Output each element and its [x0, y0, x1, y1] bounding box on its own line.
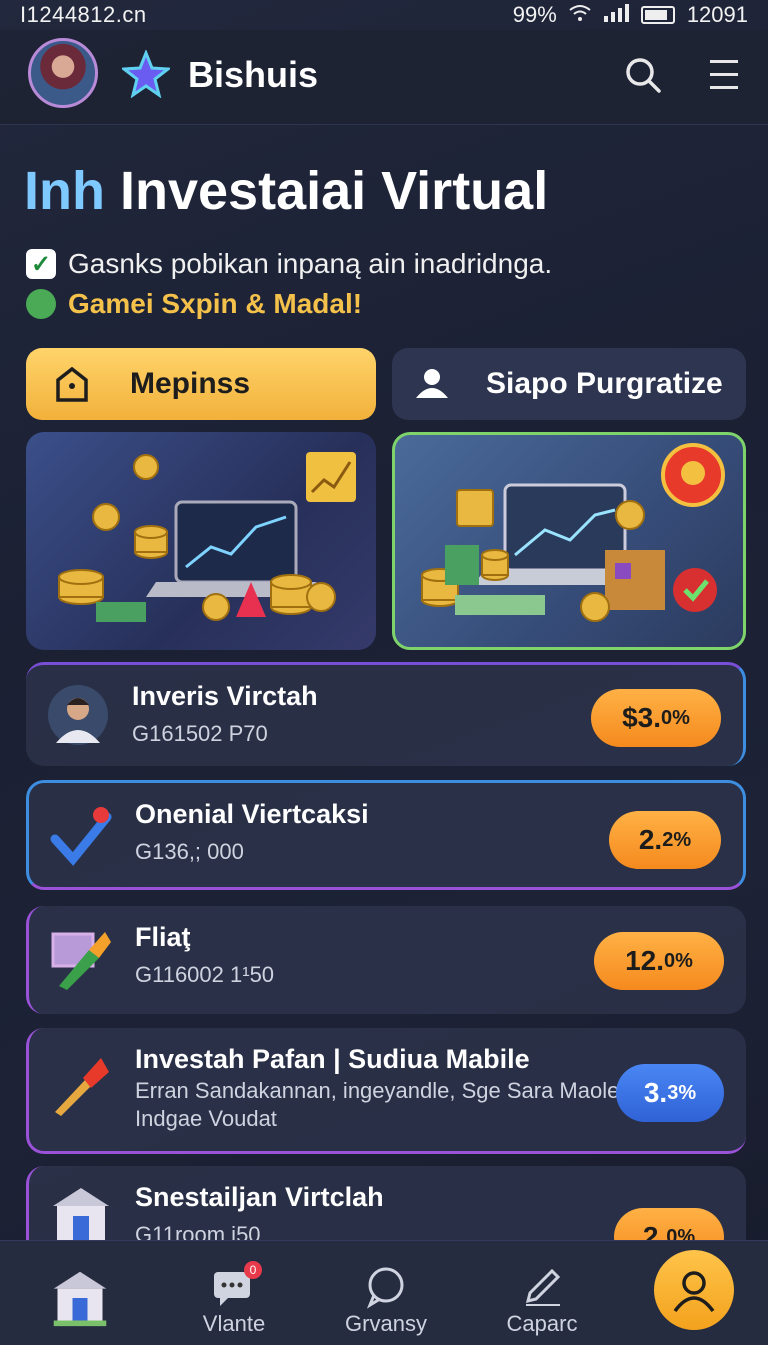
status-time: 12091: [686, 2, 748, 27]
list-item-subtitle-2: Indgae Voudat: [135, 1106, 277, 1131]
torch-icon: [49, 1054, 113, 1118]
percent-badge: $3. 0%: [591, 689, 721, 747]
percent-badge: 2. 2%: [609, 811, 721, 869]
app-header: Bishuis: [0, 30, 768, 125]
list-item[interactable]: Fliaţ G116002 1¹50 12. 0%: [26, 906, 746, 1014]
pen-icon: [482, 1263, 602, 1311]
status-carrier: I1244812.cn: [20, 2, 147, 27]
brush-icon: [49, 928, 113, 992]
page-title-prefix: Inh: [24, 161, 105, 221]
hero-line-1-text: Gasnks pobikan inpaną ain inadridnga.: [68, 248, 553, 279]
list-item[interactable]: Investah Pafan | Sudiua Mabile Erran San…: [26, 1028, 746, 1154]
list-item-subtitle: G136,; 000: [135, 839, 244, 864]
secondary-button[interactable]: Siapo Purgratize: [392, 348, 746, 420]
list-item-title: Fliaţ: [135, 922, 191, 952]
portrait-icon: [46, 683, 110, 747]
nav-item-3[interactable]: Caparc: [482, 1263, 602, 1337]
signal-icon: [603, 2, 629, 28]
menu-icon[interactable]: [708, 58, 740, 92]
check-icon: [49, 803, 113, 867]
page-title-main: Investaiai Virtual: [120, 161, 549, 221]
list-item[interactable]: Onenial Viertcaksi G136,; 000 2. 2%: [26, 780, 746, 890]
nav-label: Grvansy: [345, 1311, 427, 1336]
badge-suffix: 3%: [667, 1081, 697, 1104]
list-item[interactable]: Inveris Virctah G161502 P70 $3. 0%: [26, 662, 746, 766]
star-logo-icon: [119, 48, 173, 99]
list-item-subtitle: Erran Sandakannan, ingeyandle, Sge Sara …: [135, 1078, 627, 1103]
battery-percent: 99%: [512, 2, 557, 27]
notification-badge: 0: [244, 1261, 262, 1279]
bank-icon: [49, 1184, 113, 1248]
battery-icon: [640, 6, 675, 24]
banner-image-2[interactable]: [392, 432, 746, 650]
hero-line-1: ✓ Gasnks pobikan inpaną ain inadridnga.: [26, 248, 552, 280]
list-item-title: Inveris Virctah: [132, 681, 318, 711]
investment-illustration-2: [421, 443, 725, 622]
nav-item-2[interactable]: Grvansy: [326, 1263, 446, 1337]
message-icon: [326, 1263, 446, 1311]
wifi-icon: [569, 2, 591, 28]
banner-image-1[interactable]: [26, 432, 376, 650]
hero-line-2-text: Gamei Sxpin & Madal!: [68, 288, 363, 319]
hero-line-2: Gamei Sxpin & Madal!: [26, 288, 362, 320]
percent-badge: 12. 0%: [594, 932, 724, 990]
badge-value: 3.: [643, 1077, 668, 1108]
home-icon: [52, 364, 92, 404]
primary-button[interactable]: Mepinss: [26, 348, 376, 420]
badge-value: 12.: [625, 945, 665, 976]
page-title: Inh Investaiai Virtual: [24, 160, 548, 222]
avatar[interactable]: [28, 38, 98, 108]
primary-button-label: Mepinss: [130, 367, 251, 400]
app-brand: Bishuis: [188, 54, 319, 95]
bank-icon: [20, 1263, 140, 1333]
nav-item-1[interactable]: 0 Vlante: [174, 1261, 294, 1337]
nav-home[interactable]: [20, 1263, 140, 1333]
percent-badge: 3. 3%: [616, 1064, 724, 1122]
list-item-title: Snestailjan Virtclah: [135, 1182, 384, 1212]
list-item-subtitle: G116002 1¹50: [135, 962, 275, 987]
profile-button[interactable]: [654, 1250, 734, 1330]
list-item-title: Investah Pafan | Sudiua Mabile: [135, 1044, 530, 1074]
badge-suffix: 0%: [664, 949, 693, 972]
status-bar: I1244812.cn 99% 12091: [0, 0, 768, 30]
bottom-nav: 0 Vlante Grvansy Caparc: [0, 1240, 768, 1345]
list-item-title: Onenial Viertcaksi: [135, 799, 369, 829]
user-icon: [412, 364, 452, 404]
list-item-subtitle: G161502 P70: [132, 721, 268, 746]
badge-value: 2.: [638, 824, 663, 855]
investment-illustration: [58, 452, 356, 622]
status-right: 99% 12091: [513, 2, 748, 28]
nav-label: Caparc: [506, 1311, 578, 1336]
nav-label: Vlante: [202, 1311, 266, 1336]
badge-suffix: 0%: [661, 706, 690, 729]
badge-value: $3.: [622, 702, 662, 733]
badge-suffix: 2%: [662, 828, 692, 851]
checkbox-icon: ✓: [26, 249, 56, 279]
search-icon[interactable]: [624, 56, 662, 94]
chat-icon: 0: [174, 1261, 294, 1311]
secondary-button-label: Siapo Purgratize: [486, 367, 723, 400]
user-icon: [673, 1271, 715, 1313]
green-badge-icon: [26, 289, 56, 319]
